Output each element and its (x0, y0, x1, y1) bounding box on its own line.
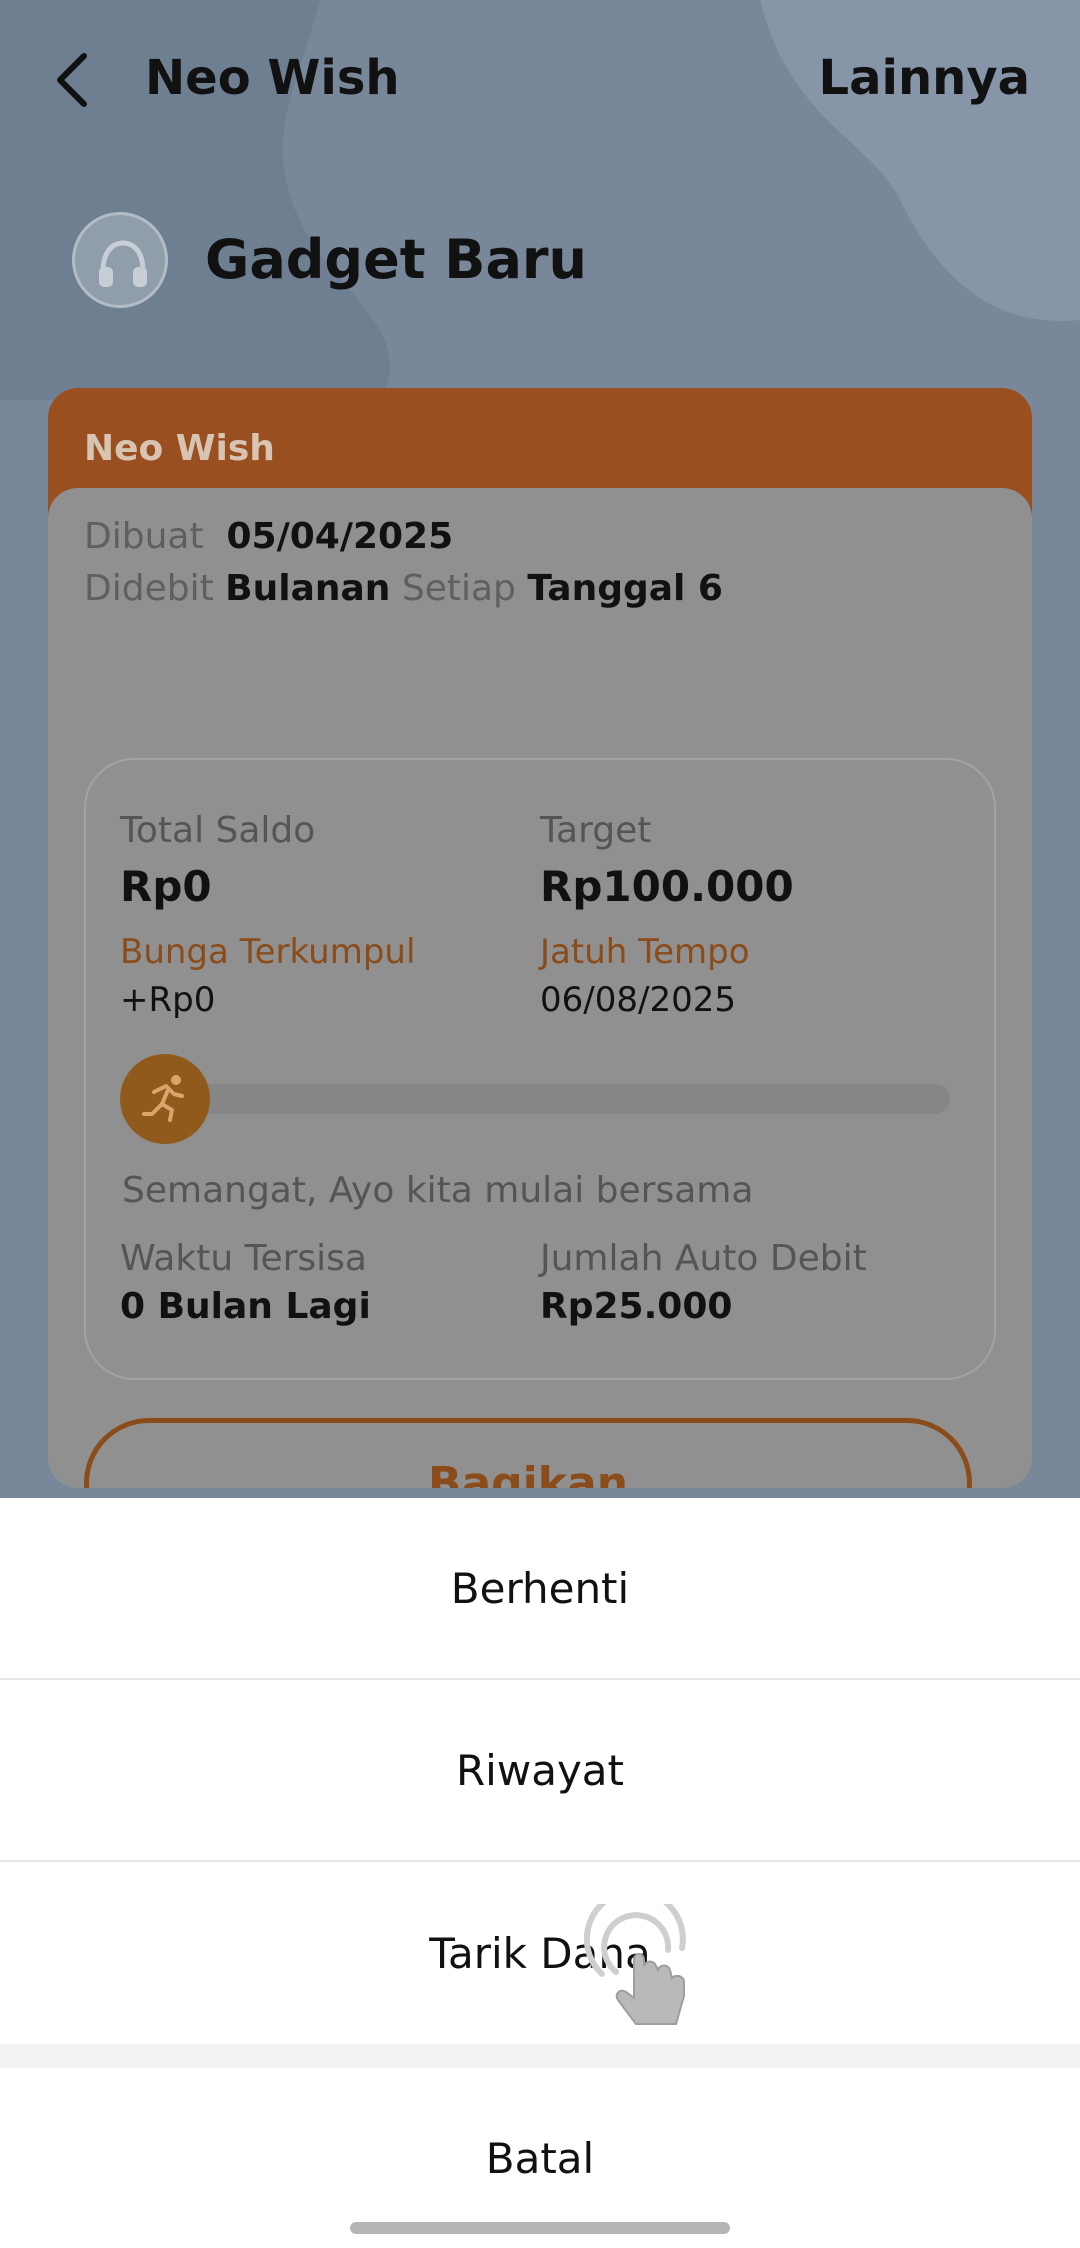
time-left-value: 0 Bulan Lagi (120, 1286, 371, 1327)
action-sheet: Berhenti Riwayat Tarik Dana Batal (0, 1498, 1080, 2248)
created-date: 05/04/2025 (226, 516, 454, 557)
share-button[interactable]: Bagikan (84, 1418, 972, 1488)
withdraw-option[interactable]: Tarik Dana (0, 1862, 1080, 2044)
total-balance-label: Total Saldo (120, 810, 316, 851)
cancel-option[interactable]: Batal (0, 2068, 1080, 2248)
history-option[interactable]: Riwayat (0, 1680, 1080, 1860)
time-left-label: Waktu Tersisa (120, 1238, 367, 1279)
total-balance-value: Rp0 (120, 862, 212, 911)
debit-frequency: Bulanan (225, 568, 391, 609)
goal-title: Gadget Baru (205, 228, 587, 291)
runner-icon (142, 1075, 184, 1122)
created-label: Dibuat (84, 516, 204, 557)
every-label: Setiap (401, 568, 516, 609)
interest-label: Bunga Terkumpul (120, 932, 416, 972)
top-bar: Neo Wish Lainnya (0, 0, 1080, 160)
due-date-label: Jatuh Tempo (540, 932, 750, 972)
auto-debit-value: Rp25.000 (540, 1286, 733, 1327)
home-indicator (350, 2222, 730, 2234)
back-arrow-icon[interactable] (52, 50, 96, 110)
product-label: Neo Wish (84, 428, 275, 469)
interest-value: +Rp0 (120, 980, 216, 1020)
created-row: Dibuat 05/04/2025 (84, 516, 453, 557)
sheet-separator (0, 2044, 1080, 2068)
progress-track (170, 1084, 950, 1114)
debit-row: Didebit Bulanan Setiap Tanggal 6 (84, 568, 723, 609)
debit-day: Tanggal 6 (527, 568, 723, 609)
card-body: Dibuat 05/04/2025 Didebit Bulanan Setiap… (48, 488, 1032, 1488)
savings-summary: Total Saldo Rp0 Target Rp100.000 Bunga T… (84, 758, 996, 1380)
goal-avatar (72, 212, 168, 308)
tap-gesture-icon (584, 1904, 686, 2025)
wish-card: Neo Wish Dibuat 05/04/2025 Didebit Bulan… (48, 388, 1032, 1488)
target-label: Target (540, 810, 652, 851)
target-value: Rp100.000 (540, 862, 794, 911)
due-date-value: 06/08/2025 (540, 980, 736, 1020)
runner-badge (120, 1054, 210, 1144)
page-title: Neo Wish (145, 50, 400, 106)
more-button[interactable]: Lainnya (819, 50, 1030, 106)
stop-option[interactable]: Berhenti (0, 1498, 1080, 1678)
auto-debit-label: Jumlah Auto Debit (540, 1238, 867, 1279)
motivation-text: Semangat, Ayo kita mulai bersama (122, 1170, 754, 1211)
headphones-icon (99, 240, 147, 287)
debit-label: Didebit (84, 568, 214, 609)
